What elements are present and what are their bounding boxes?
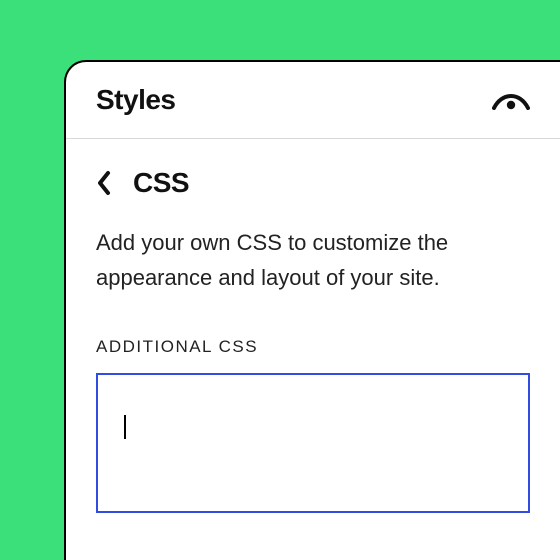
back-icon[interactable] xyxy=(96,170,111,196)
text-cursor xyxy=(124,415,126,439)
css-editor[interactable] xyxy=(96,373,530,513)
section-description: Add your own CSS to customize the appear… xyxy=(96,225,530,295)
styles-panel: Styles CSS Add your own CSS to customize… xyxy=(64,60,560,560)
panel-content: CSS Add your own CSS to customize the ap… xyxy=(66,139,560,513)
panel-header: Styles xyxy=(66,62,560,139)
section-label: ADDITIONAL CSS xyxy=(96,337,530,357)
panel-title: Styles xyxy=(96,84,176,116)
preview-icon[interactable] xyxy=(492,90,530,110)
breadcrumb: CSS xyxy=(96,167,530,199)
breadcrumb-title: CSS xyxy=(133,167,189,199)
